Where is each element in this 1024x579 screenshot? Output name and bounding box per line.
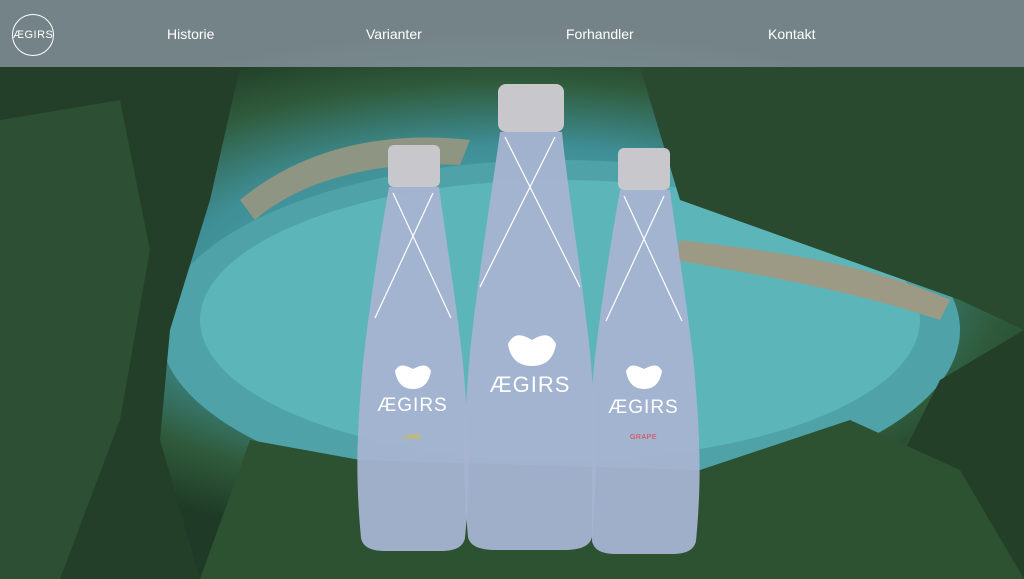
bottle-lime: ÆGIRS LIME: [355, 143, 470, 553]
bottle-variant-grape: GRAPE: [629, 434, 657, 441]
nav-link-varianter[interactable]: Varianter: [366, 26, 422, 42]
top-navigation: ÆGIRS Historie Varianter Forhandler Kont…: [0, 0, 1024, 67]
bottle-original: ÆGIRS: [460, 82, 600, 552]
bottle-grape: ÆGIRS GRAPE: [592, 146, 707, 556]
bottle-brand: ÆGIRS: [608, 397, 679, 418]
bottle-brand: ÆGIRS: [377, 395, 448, 416]
nav-link-historie[interactable]: Historie: [167, 26, 214, 42]
hero-background: ÆGIRS LIME ÆGIRS ÆGIRS GRAPE: [0, 0, 1024, 579]
nav-link-forhandler[interactable]: Forhandler: [566, 26, 634, 42]
bottle-brand: ÆGIRS: [489, 372, 571, 397]
nav-link-kontakt[interactable]: Kontakt: [768, 26, 815, 42]
bottle-variant-lime: LIME: [403, 434, 422, 441]
brand-logo[interactable]: ÆGIRS: [12, 14, 54, 56]
